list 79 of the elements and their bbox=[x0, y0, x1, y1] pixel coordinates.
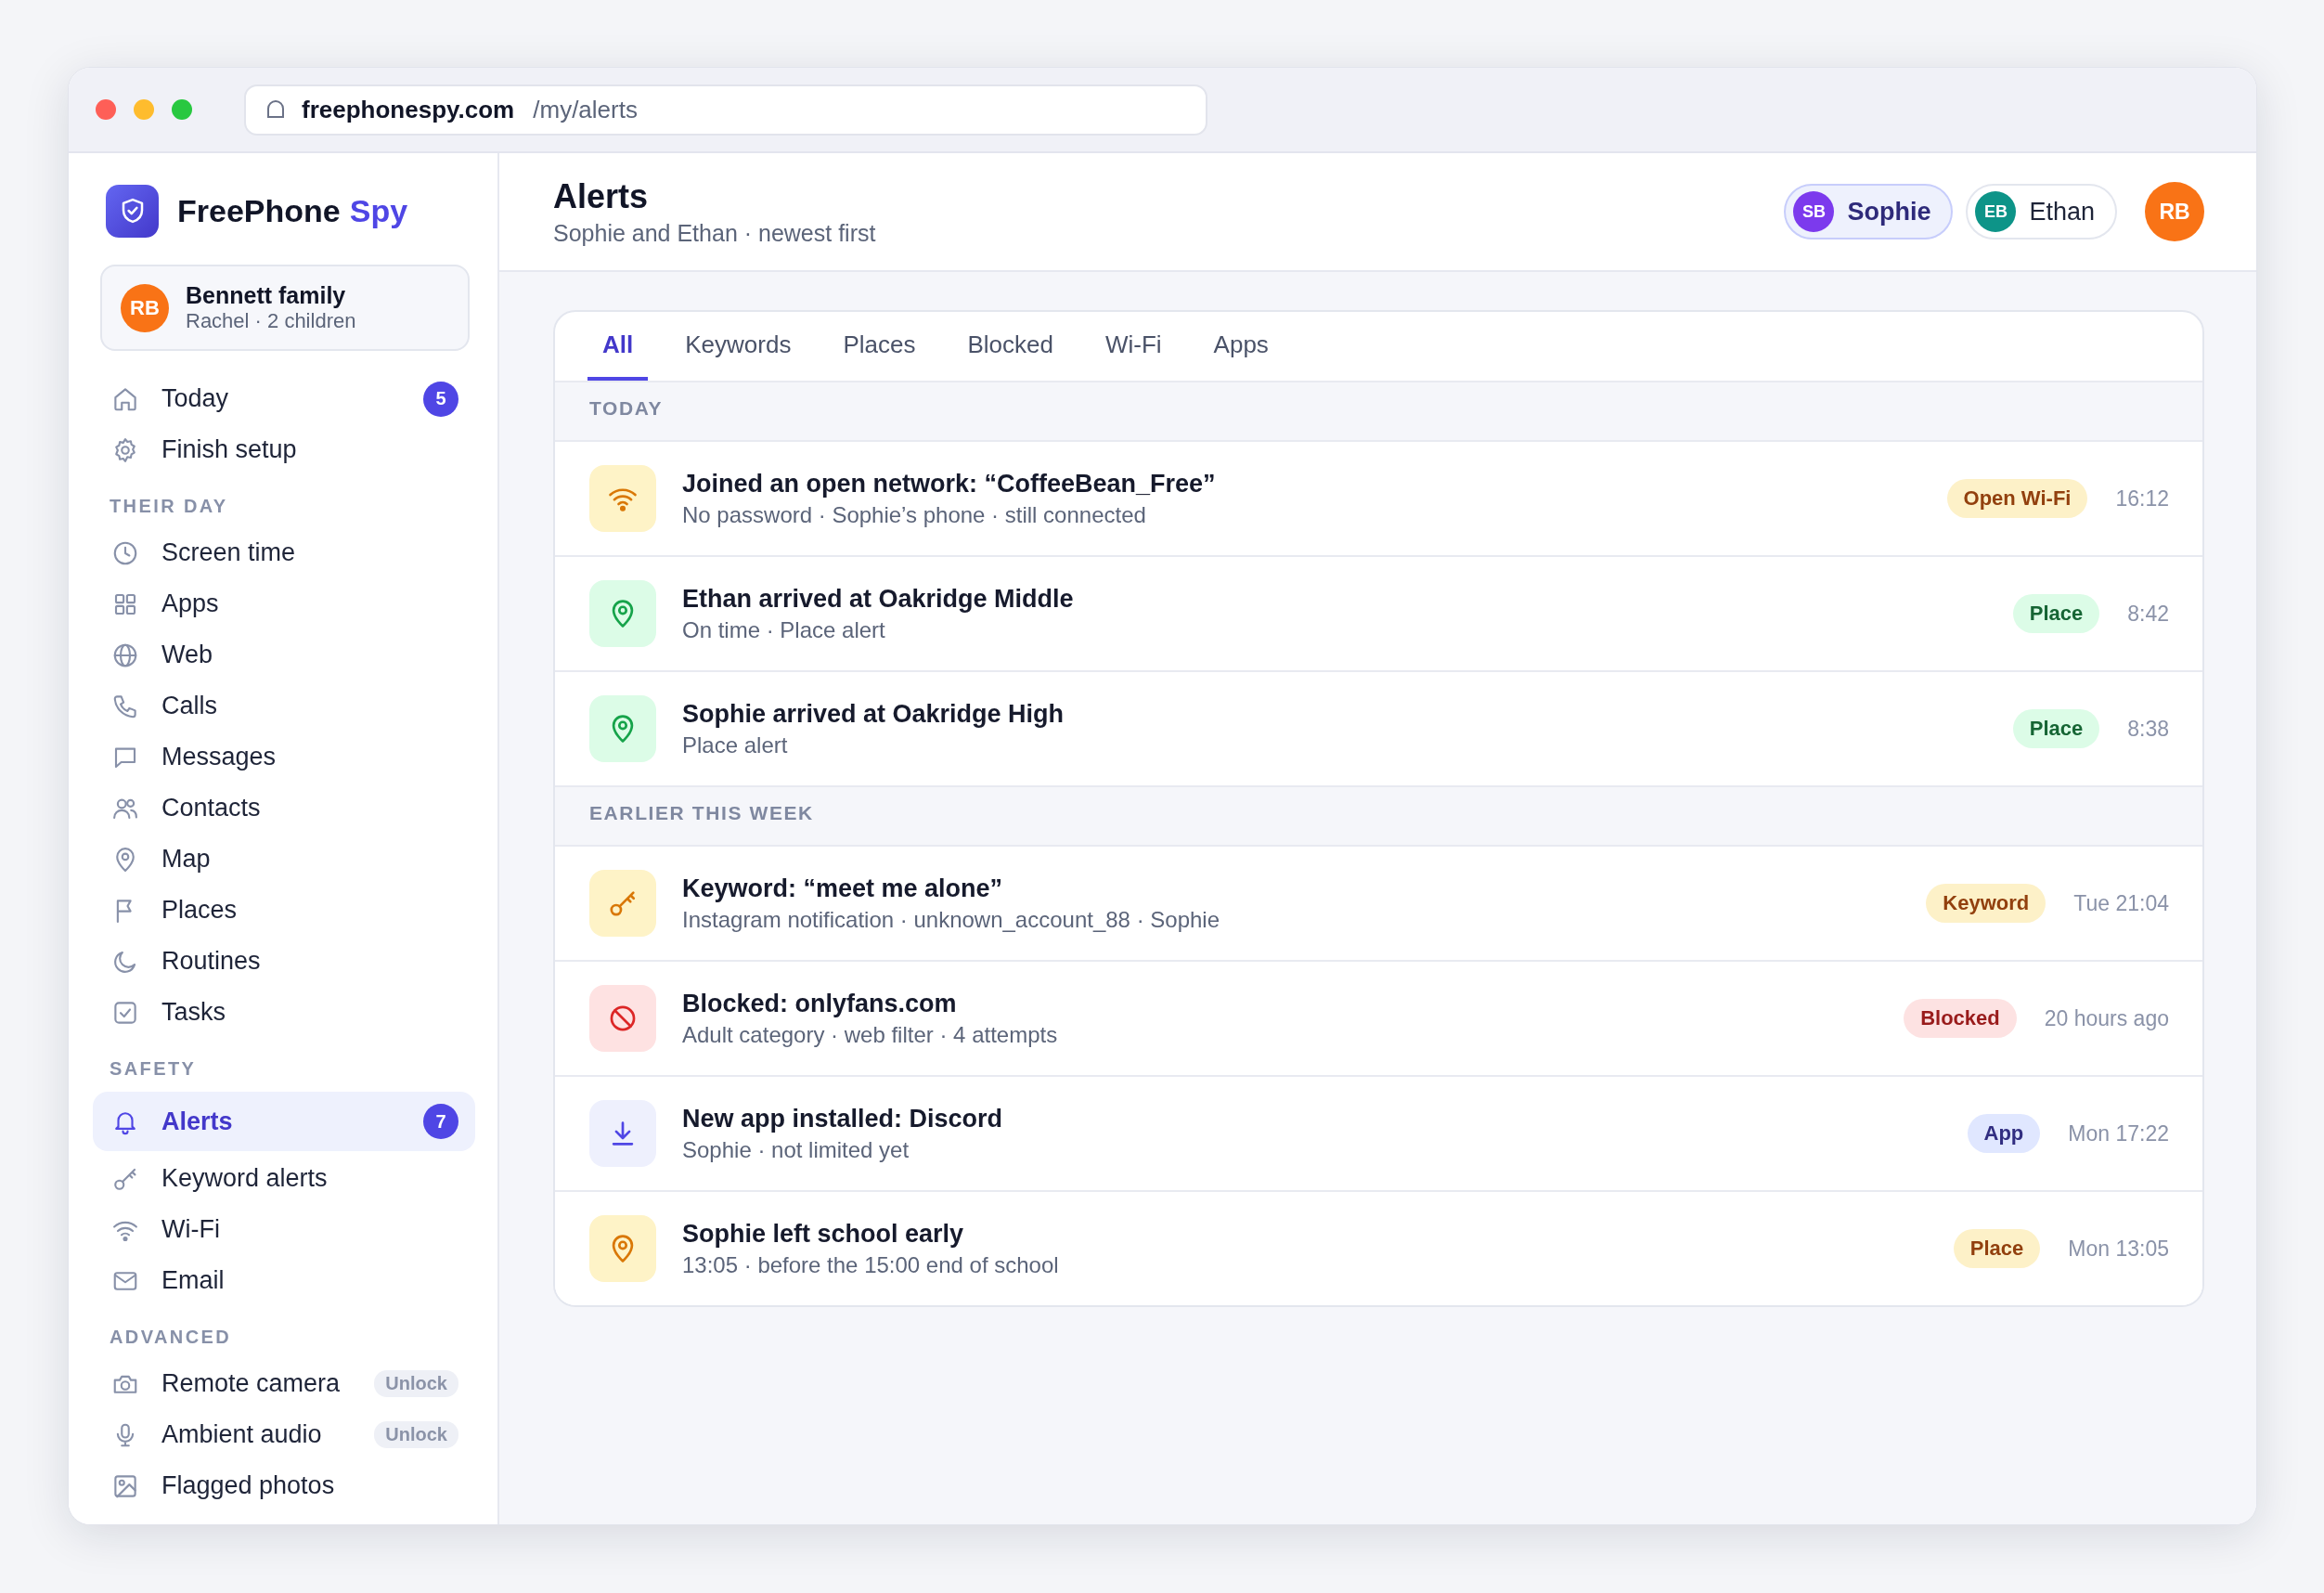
sidebar-item[interactable]: Messages bbox=[93, 732, 475, 783]
address-bar[interactable]: freephonespy.com /my/alerts bbox=[244, 84, 1207, 136]
alert-detail: No password · Sophie’s phone · still connected bbox=[682, 501, 1147, 528]
alert-tag: Place bbox=[2012, 594, 2100, 633]
sidebar-item[interactable]: Routines bbox=[93, 936, 475, 987]
alert-time: Mon 13:05 bbox=[2068, 1236, 2169, 1262]
child-chip[interactable]: EB Ethan bbox=[1966, 184, 2117, 240]
page-subtitle: Sophie and Ethan · newest first bbox=[553, 219, 877, 247]
alert-title: Blocked: onlyfans.com bbox=[682, 989, 958, 1018]
brand-name: FreePhone Spy bbox=[177, 192, 408, 229]
app-logo-icon bbox=[106, 184, 159, 238]
sidebar-item[interactable]: Alerts 7 bbox=[93, 1092, 475, 1151]
section-heading: ADVANCED bbox=[109, 1326, 233, 1349]
sidebar-item[interactable]: Map bbox=[93, 834, 475, 885]
family-detail: Rachel · 2 children bbox=[186, 309, 356, 333]
alert-title: Ethan arrived at Oakridge Middle bbox=[682, 584, 1075, 614]
alert-detail: Adult category · web filter · 4 attempts bbox=[682, 1021, 1059, 1048]
alert-tag: Place bbox=[1953, 1229, 2041, 1268]
child-chip[interactable]: SB Sophie bbox=[1784, 184, 1954, 240]
alert-detail: On time · Place alert bbox=[682, 616, 886, 643]
page-icon bbox=[265, 98, 287, 121]
alert-time: 8:42 bbox=[2127, 601, 2169, 627]
alert-title: Joined an open network: “CoffeeBean_Free” bbox=[682, 469, 1217, 499]
filter-tab[interactable]: Places bbox=[828, 312, 931, 381]
sidebar-item[interactable]: Screen time bbox=[93, 527, 475, 578]
alert-time: Tue 21:04 bbox=[2073, 890, 2169, 916]
family-avatar: RB bbox=[121, 283, 169, 332]
sidebar-item[interactable]: Keyword alerts bbox=[93, 1153, 475, 1204]
close-window-button[interactable] bbox=[96, 99, 116, 120]
unlock-badge: Unlock bbox=[374, 1421, 458, 1448]
sidebar-item[interactable]: Apps bbox=[93, 578, 475, 629]
child-avatar: EB bbox=[1975, 191, 2017, 232]
alert-time: 8:38 bbox=[2127, 716, 2169, 742]
section-heading: THEIR DAY bbox=[109, 495, 229, 518]
sidebar-item[interactable]: Ambient audio Unlock bbox=[93, 1409, 475, 1460]
alert-detail: Place alert bbox=[682, 732, 789, 758]
sidebar-item[interactable]: Remote camera Unlock bbox=[93, 1358, 475, 1409]
alert-title: Sophie arrived at Oakridge High bbox=[682, 699, 1065, 729]
section-heading: SAFETY bbox=[109, 1057, 198, 1081]
alert-tag: Blocked bbox=[1904, 999, 2017, 1038]
group-heading: EARLIER THIS WEEK bbox=[555, 785, 2202, 845]
sidebar-item[interactable]: Finish setup bbox=[93, 424, 475, 475]
unlock-badge: Unlock bbox=[374, 1370, 458, 1397]
alert-title: Sophie left school early bbox=[682, 1219, 965, 1249]
filter-tab[interactable]: Keywords bbox=[670, 312, 807, 381]
alert-title: Keyword: “meet me alone” bbox=[682, 874, 1004, 903]
alert-time: 16:12 bbox=[2115, 486, 2169, 512]
family-card[interactable]: RB Bennett family Rachel · 2 children bbox=[100, 265, 470, 351]
filter-tab[interactable]: Apps bbox=[1198, 312, 1284, 381]
count-badge: 5 bbox=[423, 381, 458, 417]
alert-row[interactable]: Sophie left school early 13:05 · before the 15:00 end of school Place Mon 13:05 bbox=[555, 1190, 2202, 1305]
sidebar-item[interactable]: Flagged photos bbox=[93, 1460, 475, 1511]
alert-detail: Sophie · not limited yet bbox=[682, 1136, 910, 1163]
family-name: Bennett family bbox=[186, 282, 347, 309]
page-title: Alerts bbox=[553, 176, 650, 216]
alert-tag: Keyword bbox=[1926, 884, 2046, 923]
filter-tab[interactable]: Wi-Fi bbox=[1090, 312, 1177, 381]
filter-tab[interactable]: Blocked bbox=[952, 312, 1068, 381]
sidebar-item[interactable]: Tasks bbox=[93, 987, 475, 1038]
alert-title: New app installed: Discord bbox=[682, 1104, 1004, 1133]
alert-time: 20 hours ago bbox=[2044, 1005, 2169, 1031]
alert-tag: Place bbox=[2012, 709, 2100, 748]
minimize-window-button[interactable] bbox=[134, 99, 154, 120]
alert-detail: 13:05 · before the 15:00 end of school bbox=[682, 1251, 1060, 1278]
sidebar-item[interactable]: Wi-Fi bbox=[93, 1204, 475, 1255]
alert-tag: Open Wi-Fi bbox=[1946, 479, 2088, 518]
sidebar-item[interactable]: Calls bbox=[93, 680, 475, 732]
group-heading: TODAY bbox=[555, 381, 2202, 440]
sidebar-item[interactable]: Email bbox=[93, 1255, 475, 1306]
alert-time: Mon 17:22 bbox=[2068, 1120, 2169, 1146]
count-badge: 7 bbox=[423, 1104, 458, 1139]
sidebar-item[interactable]: Today 5 bbox=[93, 373, 475, 424]
child-avatar: SB bbox=[1793, 191, 1835, 232]
alert-detail: Instagram notification · unknown_account_88 · Sophie bbox=[682, 906, 1221, 933]
alert-tag: App bbox=[1967, 1114, 2041, 1153]
maximize-window-button[interactable] bbox=[172, 99, 192, 120]
sidebar-item[interactable]: Contacts bbox=[93, 783, 475, 834]
sidebar-item[interactable]: Places bbox=[93, 885, 475, 936]
sidebar-item[interactable]: Web bbox=[93, 629, 475, 680]
